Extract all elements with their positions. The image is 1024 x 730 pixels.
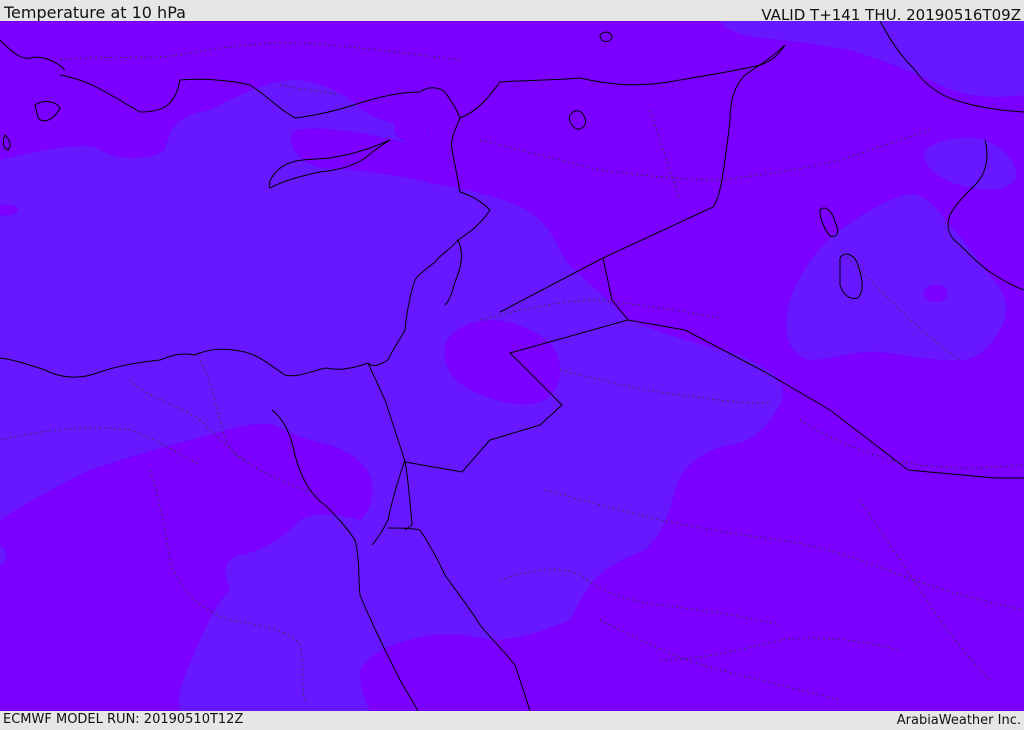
credit: ArabiaWeather Inc. <box>896 713 1021 728</box>
model-run: ECMWF MODEL RUN: 20190510T12Z <box>3 712 244 727</box>
map-title: Temperature at 10 hPa <box>4 3 186 22</box>
footer-bar: ECMWF MODEL RUN: 20190510T12Z ArabiaWeat… <box>0 711 1024 729</box>
header-bar: Temperature at 10 hPa VALID T+141 THU. 2… <box>0 0 1024 24</box>
temperature-map <box>0 21 1024 711</box>
map-panel[interactable] <box>0 21 1024 711</box>
